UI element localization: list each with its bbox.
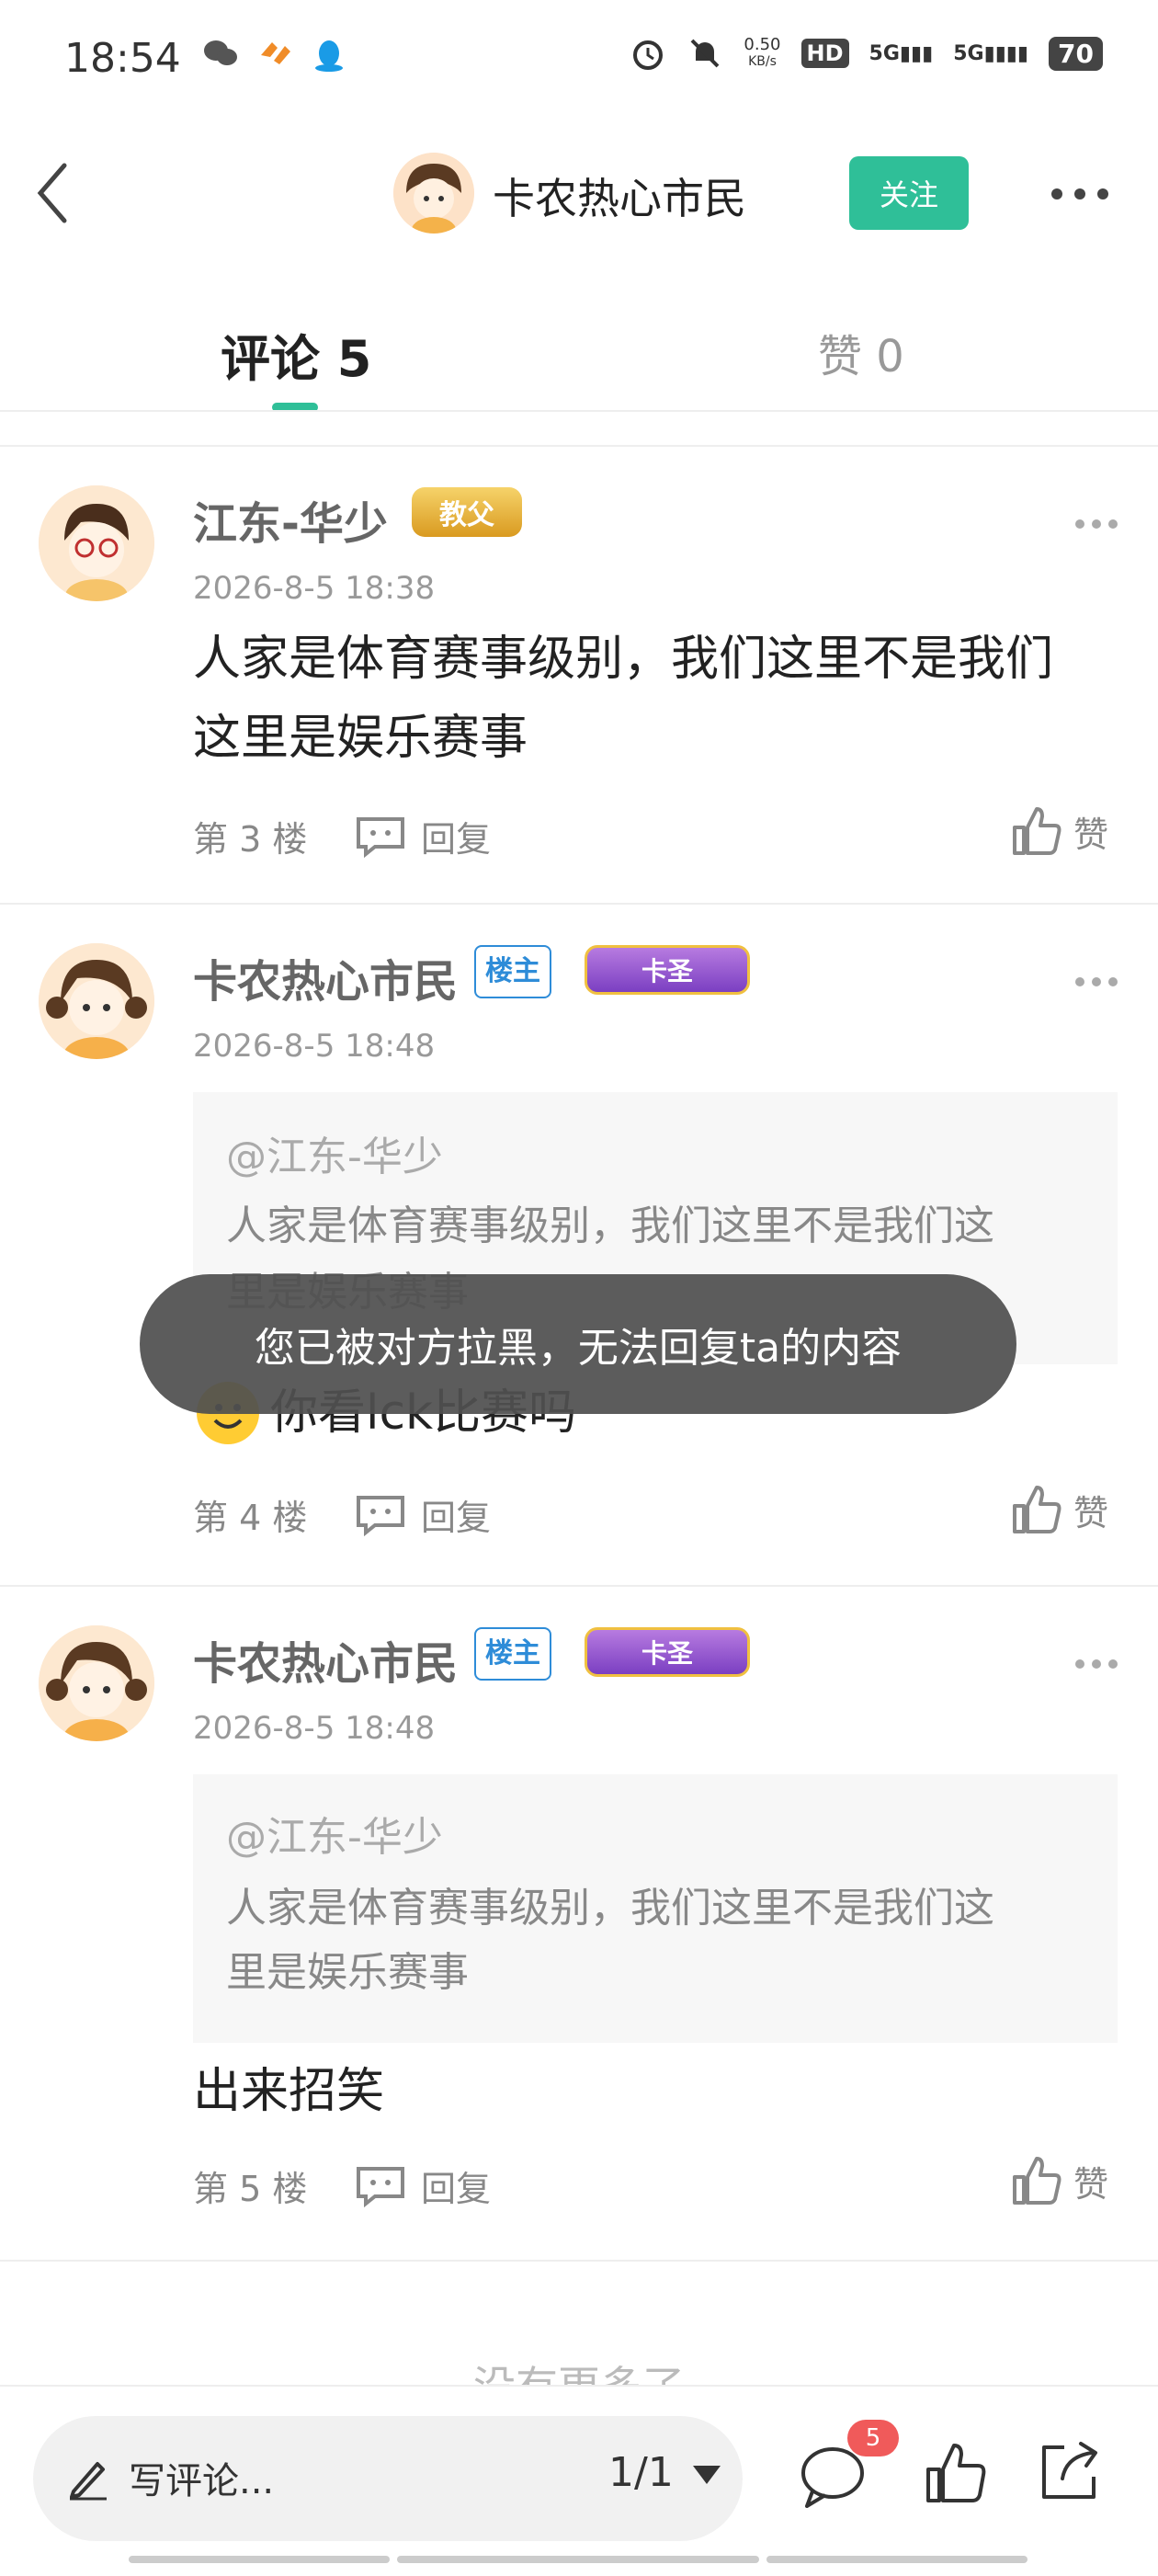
more-icon[interactable]	[1048, 180, 1112, 208]
reply-button[interactable]: 回复	[355, 2160, 491, 2211]
tab-divider	[0, 410, 1158, 412]
battery-indicator: 70	[1049, 36, 1103, 71]
comment-username[interactable]: 卡农热心市民	[193, 1627, 458, 1692]
comment-more-icon[interactable]	[1073, 973, 1119, 991]
quote-text-line: 人家是体育赛事级别，我们这里不是我们这	[226, 1203, 994, 1249]
comment-timestamp: 2026-8-5 18:48	[193, 1028, 436, 1065]
like-button[interactable]: 赞	[1011, 2155, 1108, 2206]
host-badge: 楼主	[474, 945, 551, 998]
home-indicator	[129, 2556, 390, 2563]
hd-indicator: HD	[800, 39, 849, 68]
reply-icon	[357, 2166, 404, 2207]
comment-username[interactable]: 卡农热心市民	[193, 945, 458, 1009]
thumb-up-icon	[1013, 1486, 1062, 1533]
avatar[interactable]	[39, 485, 154, 601]
reply-label: 回复	[421, 2169, 492, 2209]
reply-icon	[357, 816, 404, 858]
reply-button[interactable]: 回复	[355, 1489, 491, 1540]
tab-likes[interactable]: 赞 0	[818, 320, 904, 384]
thumb-up-icon[interactable]	[923, 2440, 989, 2506]
write-comment-placeholder[interactable]: 写评论...	[129, 2451, 274, 2504]
quote-box[interactable]: @江东-华少 人家是体育赛事级别，我们这里不是我们这 里是娱乐赛事	[193, 1774, 1118, 2043]
home-indicator	[766, 2556, 1027, 2563]
floor-number: 第 3 楼	[193, 819, 308, 860]
tab-comments[interactable]: 评论 5	[221, 318, 371, 391]
sim2-label: 5G	[953, 41, 984, 65]
comment-more-icon[interactable]	[1073, 1655, 1119, 1673]
title-badge: 卡圣	[585, 1627, 750, 1677]
home-indicator	[397, 2556, 759, 2563]
avatar[interactable]	[39, 943, 154, 1059]
reply-button[interactable]: 回复	[355, 811, 491, 861]
sim1-label: 5G	[868, 41, 900, 65]
thumb-up-icon	[1013, 807, 1062, 855]
header-avatar[interactable]	[393, 153, 474, 234]
floor-number: 第 4 楼	[193, 1498, 308, 1538]
reply-label: 回复	[421, 1498, 492, 1538]
mute-icon	[691, 39, 720, 68]
reply-icon	[357, 1495, 404, 1536]
comment-text[interactable]: 出来招笑	[193, 2052, 384, 2131]
back-icon[interactable]	[28, 156, 83, 230]
title-badge: 卡圣	[585, 945, 750, 995]
comment-item: 卡农热心市民 楼主 卡圣 2026-8-5 18:48 @江东-华少 人家是体育…	[0, 1587, 1158, 2260]
comment-item: 江东-华少 教父 2026-8-5 18:38 人家是体育赛事级别，我们这里不是…	[0, 447, 1158, 903]
blocked-toast: 您已被对方拉黑，无法回复ta的内容	[140, 1274, 1016, 1414]
comment-text-line[interactable]: 这里是娱乐赛事	[193, 699, 528, 778]
comment-timestamp: 2026-8-5 18:48	[193, 1710, 436, 1747]
comment-text-line[interactable]: 人家是体育赛事级别，我们这里不是我们	[193, 620, 1053, 699]
like-button[interactable]: 赞	[1011, 805, 1108, 857]
comment-timestamp: 2026-8-5 18:38	[193, 570, 436, 607]
net-speed: 0.50 KB/s	[744, 37, 780, 70]
alarm-icon	[633, 40, 664, 70]
like-button[interactable]: 赞	[1011, 1484, 1108, 1535]
sim2-signal: 5G▮▮▮▮	[953, 41, 1029, 65]
net-speed-value: 0.50	[744, 35, 781, 54]
comment-divider	[0, 2260, 1158, 2262]
share-icon[interactable]	[1035, 2436, 1105, 2506]
like-label: 赞	[1073, 2163, 1109, 2205]
quote-text-line: 人家是体育赛事级别，我们这里不是我们这	[226, 1885, 994, 1932]
comment-username[interactable]: 江东-华少	[193, 487, 388, 552]
follow-button[interactable]: 关注	[849, 156, 969, 230]
app-icon	[261, 42, 290, 64]
status-time: 18:54	[64, 35, 181, 82]
wechat-icon	[204, 40, 237, 65]
avatar[interactable]	[39, 1625, 154, 1741]
comment-item: 卡农热心市民 楼主 卡圣 2026-8-5 18:48 @江东-华少 人家是体育…	[0, 905, 1158, 1585]
net-speed-unit: KB/s	[748, 54, 777, 69]
thumb-up-icon	[1013, 2157, 1062, 2205]
header-username[interactable]: 卡农热心市民	[493, 165, 746, 226]
quote-username: @江东-华少	[226, 1134, 443, 1180]
quote-text-line: 里是娱乐赛事	[226, 1949, 469, 1996]
pen-icon	[70, 2462, 107, 2501]
dropdown-icon[interactable]	[691, 2464, 722, 2486]
qq-icon	[315, 40, 343, 72]
floor-number: 第 5 楼	[193, 2169, 308, 2209]
title-badge: 教父	[412, 487, 522, 537]
reply-label: 回复	[421, 819, 492, 860]
page-indicator[interactable]: 1/1	[608, 2449, 674, 2496]
status-app-icons	[202, 37, 346, 74]
quote-username: @江东-华少	[226, 1814, 443, 1861]
like-label: 赞	[1073, 1492, 1109, 1533]
sim1-signal: 5G▮▮▮	[868, 41, 934, 65]
comment-more-icon[interactable]	[1073, 515, 1119, 533]
comment-count-badge: 5	[847, 2420, 899, 2456]
host-badge: 楼主	[474, 1627, 551, 1681]
status-right: 0.50 KB/s HD 5G▮▮▮ 5G▮▮▮▮ 70	[630, 35, 1103, 72]
like-label: 赞	[1073, 814, 1109, 855]
